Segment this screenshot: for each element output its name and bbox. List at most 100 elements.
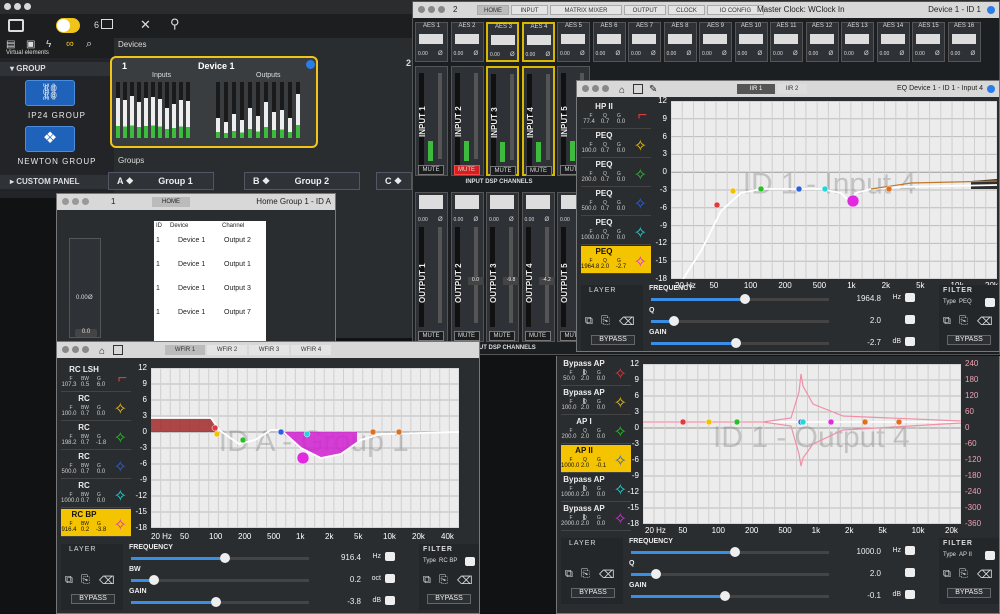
min-dot[interactable] [592, 85, 599, 92]
tab-clock[interactable]: CLOCK [668, 5, 705, 15]
slider-knob[interactable] [148, 575, 159, 585]
home-icon[interactable]: ⌂ [99, 344, 105, 360]
aes-channel[interactable]: AES 2 0.00 Ø [450, 22, 484, 62]
param-slider[interactable] [631, 569, 829, 579]
band-item[interactable]: PEQ F Q G 1000.00.7 0.0 ✧ [581, 217, 651, 245]
phase-icon[interactable]: Ø [829, 51, 834, 57]
band-item[interactable]: RC BP F BW G 916.4 0.2 -3.8 ✧ [61, 509, 131, 537]
output-fader-knob[interactable]: -4.2 [538, 277, 555, 285]
aes-channel[interactable]: AES 16 0.00 Ø [947, 22, 981, 62]
band-item[interactable]: PEQ F Q G 100.0 0.7 0.0 ✧ [581, 130, 651, 158]
band-item[interactable]: RC F BW G 1000.00.7 0.0 ✧ [61, 480, 131, 508]
slider-knob[interactable] [211, 597, 222, 607]
filter-type-dropdown[interactable] [465, 557, 475, 566]
aes-channel[interactable]: AES 14 0.00 Ø [876, 22, 910, 62]
erase-icon[interactable]: ⌫ [457, 574, 473, 587]
input-fader-track[interactable] [473, 73, 478, 159]
filter-bypass-button[interactable]: BYPASS [947, 588, 991, 598]
slider-knob[interactable] [220, 553, 230, 563]
param-dropdown[interactable] [905, 315, 915, 324]
band-item[interactable]: RC F BW G 198.2 0.7 -1.8 ✧ [61, 422, 131, 450]
custom-panel-header[interactable]: ▸ CUSTOM PANEL [0, 175, 114, 189]
filter-bypass-button[interactable]: BYPASS [947, 335, 991, 345]
close-dot[interactable] [62, 198, 69, 205]
minimize-window-dot[interactable] [14, 3, 21, 10]
mute-button[interactable]: MUTE [524, 331, 551, 341]
output-fader-track[interactable] [438, 227, 442, 323]
eq-graph[interactable]: ID 1 - Output 4 12 9 6 3 0 -3 -6 -9 -12 -15 -18 240… [627, 359, 981, 528]
sidebar-toggle-icon[interactable] [8, 19, 24, 32]
band-item[interactable]: PEQ F Q G 1964.82.0 -2.7 ✧ [581, 246, 651, 274]
home-icon[interactable]: ▤ [6, 39, 15, 50]
mute-button[interactable]: MUTE [418, 165, 444, 175]
slider-knob[interactable] [731, 338, 742, 348]
mute-button[interactable]: MUTE [525, 166, 552, 176]
erase-icon[interactable]: ⌫ [599, 568, 615, 581]
slider-knob[interactable] [668, 316, 679, 326]
phase-icon[interactable]: Ø [438, 51, 443, 57]
input-fader-track[interactable] [438, 73, 442, 159]
phase-icon[interactable]: Ø [474, 217, 479, 223]
phase-icon[interactable]: Ø [935, 51, 940, 57]
location-pin-icon[interactable]: ⚲ [170, 16, 180, 32]
eq-graph[interactable]: ID 1 - Input 4 12 9 6 3 0 -3 -6 -9 -12 -15 -18 [655, 96, 998, 283]
band-item[interactable]: PEQ F Q G 500.0 0.7 0.0 ✧ [581, 188, 651, 216]
param-dropdown[interactable] [385, 574, 395, 583]
phase-icon[interactable]: Ø [651, 51, 656, 57]
table-row[interactable]: 1 Device 1 Output 7 [154, 309, 266, 321]
min-dot[interactable] [428, 6, 435, 13]
group-a-button[interactable]: A ❖ Group 1 [108, 172, 214, 190]
copy-icon[interactable]: ⧉ [943, 568, 951, 581]
slider-knob[interactable] [730, 547, 740, 557]
panel-icon[interactable] [113, 345, 123, 355]
newton-group-icon[interactable]: ❖ [25, 126, 75, 152]
param-dropdown[interactable] [905, 590, 915, 599]
copy-icon[interactable]: ⧉ [943, 315, 951, 328]
tab-io-config[interactable]: IO CONFIG [707, 5, 764, 15]
max-dot[interactable] [438, 6, 445, 13]
group-fader-knob[interactable]: 0.0 [75, 329, 97, 337]
mute-button[interactable]: MUTE [418, 331, 444, 341]
band-item[interactable]: RC LSH F BW G 107.3 0.5 6.0 ⌐ [61, 364, 131, 392]
tab-iir1[interactable]: IIR 1 [737, 84, 775, 94]
phase-icon[interactable]: Ø [864, 51, 869, 57]
home-icon[interactable]: ⌂ [619, 83, 625, 99]
param-slider[interactable] [631, 547, 829, 557]
phase-icon[interactable]: Ø [474, 51, 479, 57]
param-slider[interactable] [131, 553, 309, 563]
aes-channel[interactable]: AES 8 0.00 Ø [663, 22, 697, 62]
mute-all-icon[interactable]: ✕ [140, 17, 151, 33]
param-slider[interactable] [651, 294, 829, 304]
param-dropdown[interactable] [905, 337, 915, 346]
ip24-group-icon[interactable]: ⛓ [25, 80, 75, 106]
aes-channel[interactable]: AES 3 0.00 Ø [486, 22, 519, 62]
output-fader-track[interactable] [509, 227, 513, 323]
output-fader-track[interactable] [473, 227, 478, 323]
input-channel[interactable]: INPUT 4 MUTE [521, 66, 555, 176]
mute-button[interactable]: MUTE [453, 165, 480, 175]
min-dot[interactable] [72, 198, 79, 205]
device-card[interactable]: 1 Device 1 Inputs Outputs [110, 56, 318, 148]
online-toggle[interactable] [56, 18, 80, 33]
band-item[interactable]: Bypass AP I F Q G 50.0 2.0 0.0 ✧ [561, 358, 631, 386]
input-fader-track[interactable] [545, 74, 550, 160]
phase-icon[interactable]: Ø [971, 51, 976, 57]
aes-channel[interactable]: AES 1 0.00 Ø [415, 22, 448, 62]
param-slider[interactable] [131, 597, 309, 607]
param-slider[interactable] [651, 316, 829, 326]
tab-input[interactable]: INPUT [511, 5, 548, 15]
max-dot[interactable] [602, 85, 609, 92]
param-slider[interactable] [131, 575, 309, 585]
band-item[interactable]: AP II F Q G 1000.02.0 -0.1 ✧ [561, 445, 631, 473]
table-row[interactable]: 1 Device 1 Output 1 [154, 261, 266, 273]
min-dot[interactable] [72, 346, 79, 353]
zoom-icon[interactable]: ⌕ [86, 38, 92, 51]
tab-home[interactable]: HOME [477, 5, 509, 15]
close-dot[interactable] [582, 85, 589, 92]
aes-channel[interactable]: AES 15 0.00 Ø [912, 22, 945, 62]
copy-icon[interactable]: ⧉ [65, 574, 73, 587]
paste-icon[interactable]: ⎘ [959, 568, 968, 581]
input-channel[interactable]: INPUT 3 MUTE [486, 66, 519, 176]
band-item[interactable]: RC F BW G 500.0 0.7 0.0 ✧ [61, 451, 131, 479]
param-dropdown[interactable] [905, 293, 915, 302]
